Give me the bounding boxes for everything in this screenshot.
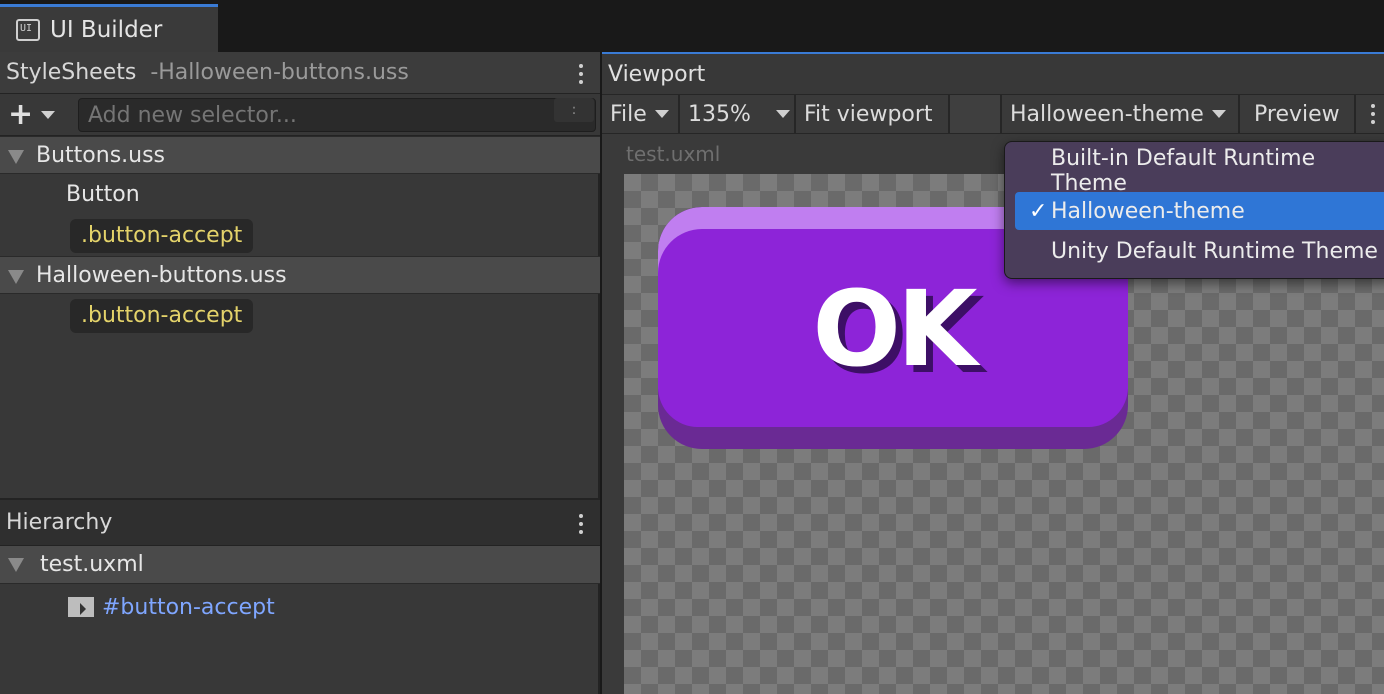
theme-dropdown-menu: Built-in Default Runtime Theme ✓ Hallowe… <box>1004 141 1384 279</box>
stylesheet-group-buttons[interactable]: Buttons.uss <box>0 136 600 174</box>
hierarchy-file-label: test.uxml <box>40 552 144 577</box>
preview-label: Preview <box>1254 101 1340 127</box>
selector-bar: + : <box>0 94 600 136</box>
tab-ui-builder[interactable]: UI Builder <box>0 4 218 52</box>
fit-viewport-label: Fit viewport <box>804 101 933 127</box>
hierarchy-file-row[interactable]: test.uxml <box>0 546 600 584</box>
theme-option-halloween[interactable]: ✓ Halloween-theme <box>1015 192 1384 230</box>
stylesheets-header: StyleSheets -Halloween-buttons.uss <box>0 52 600 94</box>
expand-triangle-icon[interactable] <box>8 558 24 572</box>
stylesheet-group-label: Halloween-buttons.uss <box>36 262 287 288</box>
zoom-label: 135% <box>688 101 751 127</box>
stylesheets-subtitle: -Halloween-buttons.uss <box>150 60 409 85</box>
stylesheets-menu-icon[interactable] <box>578 64 584 84</box>
window-tab-bar: UI Builder <box>0 0 1384 52</box>
hierarchy-header: Hierarchy <box>0 498 600 546</box>
selector-button[interactable]: Button <box>66 182 140 207</box>
chevron-down-icon <box>41 111 56 119</box>
chevron-down-icon <box>1211 110 1226 118</box>
ok-button-label: OK <box>812 268 978 390</box>
chevron-down-icon <box>776 110 790 118</box>
chevron-down-icon <box>654 110 669 118</box>
hierarchy-menu-icon[interactable] <box>578 514 584 534</box>
pseudo-class-button[interactable]: : <box>554 98 594 122</box>
stylesheets-title: StyleSheets <box>6 60 137 85</box>
theme-option-label: Built-in Default Runtime Theme <box>1051 146 1316 196</box>
add-stylesheet-button[interactable]: + <box>8 100 68 130</box>
fit-viewport-button[interactable]: Fit viewport <box>796 95 950 133</box>
tab-label: UI Builder <box>50 16 163 43</box>
viewport-title: Viewport <box>608 61 706 87</box>
expand-triangle-icon[interactable] <box>8 150 24 164</box>
expand-triangle-icon[interactable] <box>8 270 24 284</box>
ui-builder-icon <box>16 18 40 41</box>
hierarchy-title: Hierarchy <box>6 510 113 535</box>
selector-button-accept[interactable]: .button-accept <box>70 299 254 333</box>
button-element-icon <box>68 597 94 617</box>
hierarchy-element-label: #button-accept <box>102 594 275 620</box>
preview-button[interactable]: Preview <box>1240 95 1356 133</box>
theme-option-label: Unity Default Runtime Theme <box>1051 238 1378 264</box>
viewport-toolbar: File 135% Fit viewport Halloween-theme P… <box>602 94 1384 134</box>
theme-label: Halloween-theme <box>1010 101 1204 127</box>
file-menu-label: File <box>610 101 647 127</box>
toolbar-spacer-button[interactable] <box>950 95 1002 133</box>
canvas-document-title: test.uxml <box>626 142 721 166</box>
zoom-dropdown[interactable]: 135% <box>680 95 796 133</box>
viewport-menu-icon[interactable] <box>1370 104 1376 124</box>
file-menu-button[interactable]: File <box>602 95 680 133</box>
hierarchy-element-row[interactable]: #button-accept <box>68 592 275 622</box>
checkmark-icon: ✓ <box>1029 198 1048 224</box>
theme-option-label: Halloween-theme <box>1051 198 1245 224</box>
theme-option-builtin-default[interactable]: Built-in Default Runtime Theme <box>1015 146 1384 196</box>
selector-button-accept[interactable]: .button-accept <box>70 219 254 253</box>
left-panel: StyleSheets -Halloween-buttons.uss + : B… <box>0 52 600 694</box>
plus-icon: + <box>8 97 34 132</box>
viewport-header: Viewport <box>602 54 1384 94</box>
theme-dropdown[interactable]: Halloween-theme <box>1002 95 1240 133</box>
stylesheet-group-label: Buttons.uss <box>36 142 166 168</box>
add-selector-input[interactable] <box>78 98 596 132</box>
stylesheet-group-halloween[interactable]: Halloween-buttons.uss <box>0 256 600 294</box>
theme-option-unity-default[interactable]: Unity Default Runtime Theme <box>1015 232 1384 270</box>
